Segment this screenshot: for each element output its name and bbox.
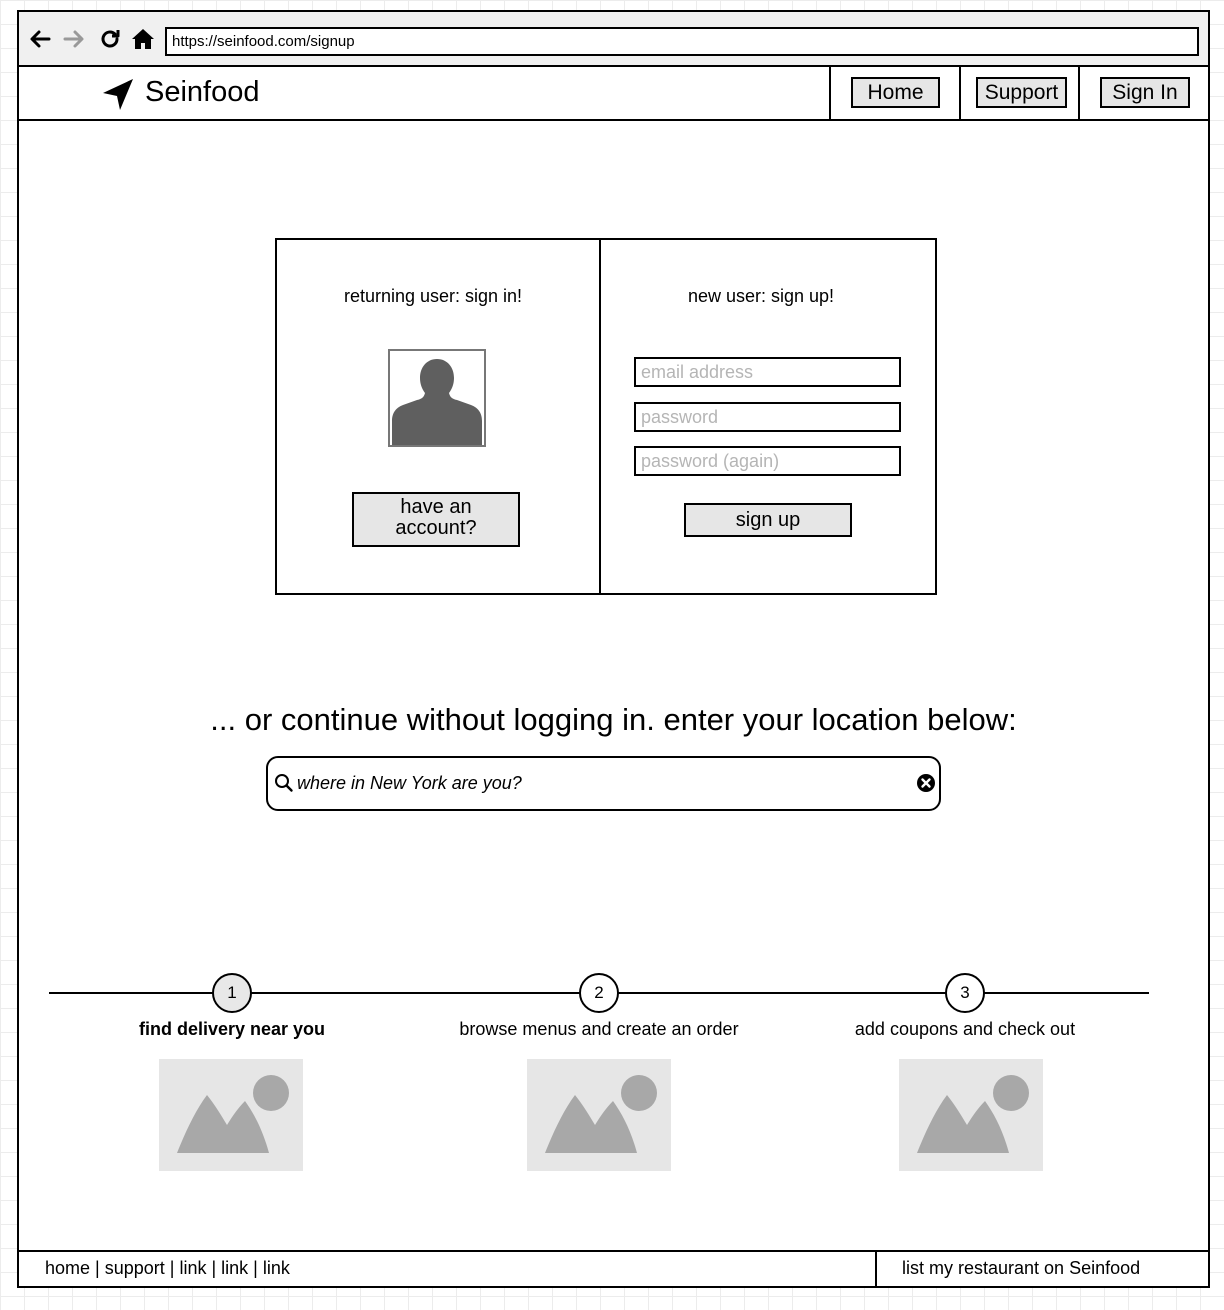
step-3-circle: 3 [945, 973, 985, 1013]
footer-link-home[interactable]: home [45, 1258, 90, 1278]
footer-link-support[interactable]: support [105, 1258, 165, 1278]
footer-link[interactable]: link [263, 1258, 290, 1278]
location-arrow-icon [101, 77, 135, 111]
clear-icon[interactable] [916, 773, 936, 798]
step-1-circle: 1 [212, 973, 252, 1013]
footer-separator: | [206, 1258, 222, 1278]
email-field[interactable] [634, 357, 901, 387]
footer-divider [875, 1252, 877, 1286]
url-text: https://seinfood.com/signup [172, 33, 355, 50]
step-2-image-placeholder [527, 1059, 671, 1171]
continue-prompt: ... or continue without logging in. ente… [210, 702, 1017, 737]
forward-arrow-icon[interactable] [61, 26, 87, 52]
footer-separator: | [248, 1258, 263, 1278]
location-search-input[interactable] [297, 770, 897, 797]
browser-window: https://seinfood.com/signup Seinfood Hom… [17, 10, 1210, 1288]
step-1-image-placeholder [159, 1059, 303, 1171]
image-placeholder-icon [177, 1075, 289, 1153]
footer-links: home | support | link | link | link [45, 1258, 290, 1279]
footer-link[interactable]: link [221, 1258, 248, 1278]
url-bar[interactable]: https://seinfood.com/signup [165, 27, 1199, 56]
nav-support-button[interactable]: Support [976, 77, 1067, 108]
location-search-box[interactable] [266, 756, 941, 811]
nav-cell-home: Home [829, 67, 960, 119]
nav-cell-support: Support [959, 67, 1079, 119]
user-avatar-icon [388, 349, 486, 447]
step-3-label: add coupons and check out [854, 1019, 1076, 1039]
have-account-label-line2: account? [395, 517, 477, 539]
image-placeholder-icon [545, 1075, 657, 1153]
site-footer: home | support | link | link | link list… [19, 1250, 1208, 1286]
footer-link[interactable]: link [179, 1258, 206, 1278]
brand-name[interactable]: Seinfood [145, 74, 260, 110]
nav-home-button[interactable]: Home [851, 77, 940, 108]
site-header: Seinfood Home Support Sign In [19, 67, 1208, 121]
sign-up-button[interactable]: sign up [684, 503, 852, 537]
list-restaurant-link[interactable]: list my restaurant on Seinfood [902, 1258, 1140, 1279]
browser-toolbar: https://seinfood.com/signup [19, 12, 1208, 67]
nav-sign-in-button[interactable]: Sign In [1100, 77, 1190, 108]
step-2-circle: 2 [579, 973, 619, 1013]
have-account-label-line1: have an [400, 496, 472, 518]
home-icon[interactable] [130, 26, 156, 52]
footer-separator: | [90, 1258, 105, 1278]
reload-icon[interactable] [97, 26, 123, 52]
nav-cell-sign-in: Sign In [1078, 67, 1208, 119]
image-placeholder-icon [917, 1075, 1029, 1153]
step-3-image-placeholder [899, 1059, 1043, 1171]
have-account-button[interactable]: have an account? [352, 492, 520, 547]
step-1-label: find delivery near you [138, 1019, 326, 1039]
footer-separator: | [164, 1258, 180, 1278]
login-card: returning user: sign in! have an account… [275, 238, 937, 595]
search-icon [274, 773, 294, 798]
new-user-heading: new user: sign up! [687, 286, 835, 306]
password-again-field[interactable] [634, 446, 901, 476]
returning-user-heading: returning user: sign in! [343, 286, 523, 306]
password-field[interactable] [634, 402, 901, 432]
step-2-label: browse menus and create an order [459, 1019, 739, 1039]
back-arrow-icon[interactable] [27, 26, 53, 52]
